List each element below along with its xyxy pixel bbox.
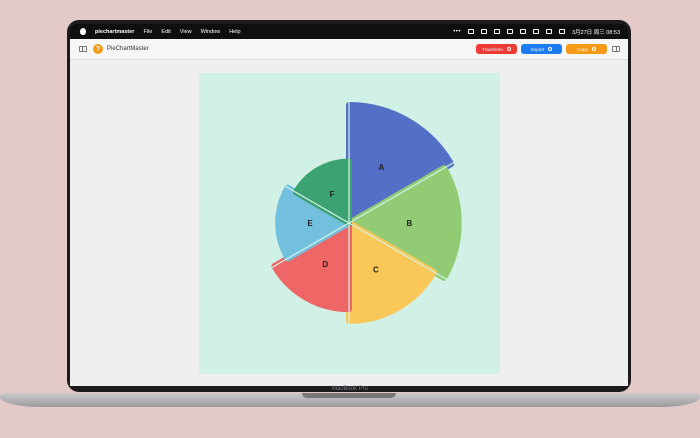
menu-bar: piechartmaster File Edit View Window Hel… bbox=[70, 24, 628, 39]
copy-button[interactable]: Copy bbox=[566, 44, 607, 54]
status-mail-icon[interactable] bbox=[494, 29, 500, 34]
status-clipboard-icon[interactable] bbox=[507, 29, 513, 34]
menu-window[interactable]: Window bbox=[201, 29, 221, 35]
screen: piechartmaster File Edit View Window Hel… bbox=[70, 24, 628, 386]
export-button-label: Export bbox=[530, 46, 545, 52]
battery-icon[interactable] bbox=[546, 29, 552, 34]
app-title: PieChartMaster bbox=[107, 46, 149, 52]
slice-label-d: D bbox=[322, 260, 328, 269]
sidebar-toggle-icon[interactable] bbox=[79, 46, 87, 52]
menu-edit[interactable]: Edit bbox=[161, 29, 170, 35]
transform-button[interactable]: Transform bbox=[476, 44, 517, 54]
copy-button-label: Copy bbox=[577, 46, 588, 52]
transform-button-label: Transform bbox=[482, 46, 503, 52]
slice-label-a: A bbox=[379, 163, 385, 172]
transform-icon bbox=[506, 47, 511, 51]
slice-label-b: B bbox=[406, 219, 412, 228]
inspector-toggle-icon[interactable] bbox=[612, 46, 620, 52]
laptop-brand: MacBook Pro bbox=[331, 386, 368, 392]
status-bag-icon[interactable] bbox=[481, 29, 487, 34]
menu-file[interactable]: File bbox=[143, 29, 152, 35]
menu-view[interactable]: View bbox=[180, 29, 192, 35]
app-toolbar: ? PieChartMaster Transform Export Copy bbox=[70, 39, 628, 60]
status-s-icon[interactable] bbox=[468, 29, 474, 34]
export-icon bbox=[548, 47, 553, 51]
app-logo-icon: ? bbox=[93, 44, 103, 54]
menu-app-name[interactable]: piechartmaster bbox=[95, 29, 134, 35]
status-window-icon[interactable] bbox=[520, 29, 526, 34]
slice-label-e: E bbox=[307, 219, 313, 228]
menu-clock[interactable]: 3月27日 周三 08:53 bbox=[572, 28, 620, 36]
slice-label-f: F bbox=[330, 190, 335, 199]
control-center-icon[interactable] bbox=[559, 29, 565, 34]
apple-menu-icon[interactable] bbox=[80, 28, 86, 35]
export-button[interactable]: Export bbox=[521, 44, 562, 54]
nightingale-pie-chart: A B C D E F bbox=[241, 99, 462, 347]
laptop-notch bbox=[302, 393, 396, 398]
slice-label-c: C bbox=[373, 266, 379, 275]
chart-canvas: A B C D E F bbox=[199, 73, 500, 374]
more-icon[interactable]: ••• bbox=[453, 29, 461, 35]
menu-help[interactable]: Help bbox=[229, 29, 240, 35]
wifi-icon[interactable] bbox=[533, 29, 539, 34]
copy-icon bbox=[591, 47, 596, 51]
